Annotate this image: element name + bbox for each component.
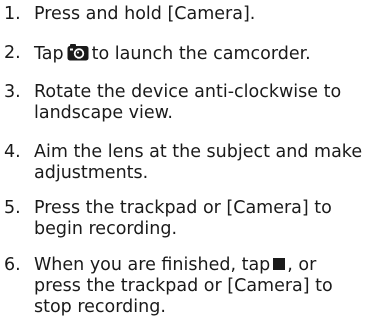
step-number: 5. <box>4 198 21 218</box>
camera-icon <box>67 43 89 67</box>
step-number: 6. <box>4 255 21 275</box>
step-text: Press and hold [Camera]. <box>34 4 256 24</box>
step-text: Rotate the device anti-clockwise to land… <box>34 82 342 123</box>
step-text: Press the trackpad or [Camera] to begin … <box>34 198 332 239</box>
stop-icon <box>273 258 286 270</box>
step-number: 1. <box>4 4 21 24</box>
step-number: 3. <box>4 82 21 102</box>
step-text-after: to launch the camcorder. <box>91 44 311 64</box>
step-text-before: When you are finished, tap <box>34 255 271 275</box>
step-number: 4. <box>4 142 21 162</box>
step-text-container: Tap to launch the camcorder. <box>34 43 370 67</box>
step-text-container: When you are finished, tap, or press the… <box>34 255 370 318</box>
step-text-before: Tap <box>34 44 64 64</box>
step-number: 2. <box>4 43 21 63</box>
step-text: Aim the lens at the subject and make adj… <box>34 142 363 183</box>
